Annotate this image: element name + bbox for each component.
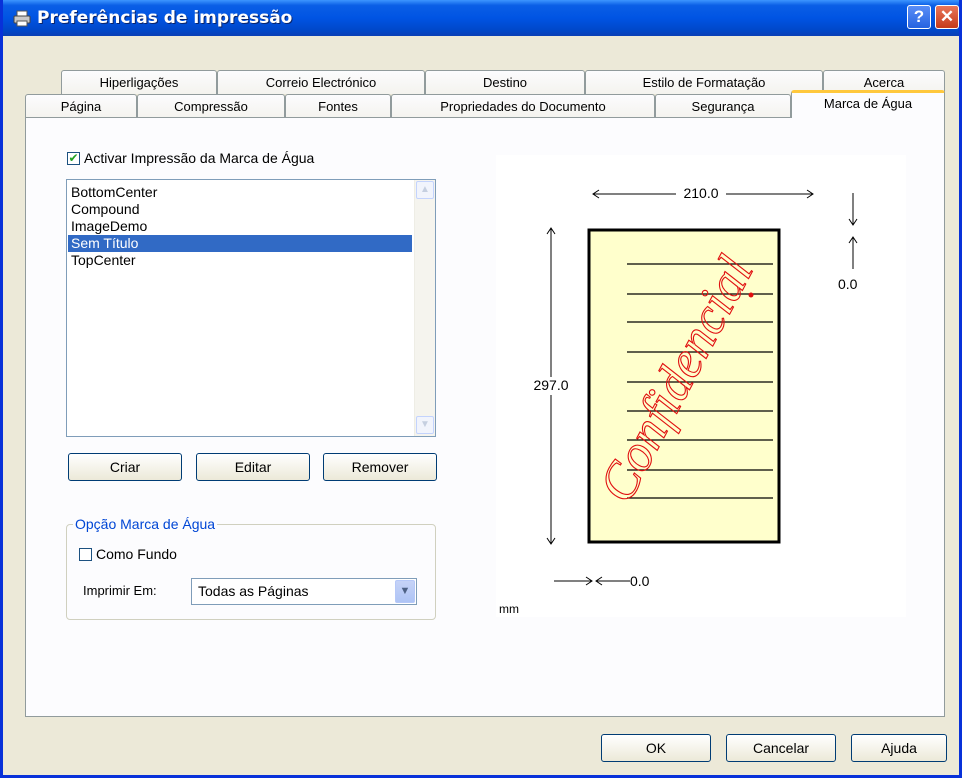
group-label: Opção Marca de Água: [73, 516, 218, 532]
enable-watermark-label: Activar Impressão da Marca de Água: [84, 150, 315, 166]
unit-label: mm: [499, 602, 519, 616]
tab-correio-electronico[interactable]: Correio Electrónico: [217, 70, 425, 94]
help-button[interactable]: Ajuda: [851, 734, 947, 762]
watermark-preview: Confidencial 210.0 297.0 0.0 0.0 mm: [496, 155, 906, 617]
list-item[interactable]: BottomCenter: [71, 184, 157, 201]
remove-button[interactable]: Remover: [323, 453, 437, 481]
scroll-down-icon[interactable]: ▼: [416, 416, 434, 434]
printer-icon: [13, 10, 31, 27]
tab-destino[interactable]: Destino: [425, 70, 585, 94]
watermark-options-group: Opção Marca de Água Como Fundo Imprimir …: [66, 516, 436, 620]
background-label: Como Fundo: [96, 546, 177, 562]
offset-y-arrows: [848, 193, 858, 269]
tab-fontes[interactable]: Fontes: [285, 94, 391, 118]
width-value: 210.0: [683, 185, 718, 201]
cancel-button[interactable]: Cancelar: [726, 734, 836, 762]
tab-estilo-formatacao[interactable]: Estilo de Formatação: [585, 70, 823, 94]
scroll-up-icon[interactable]: ▲: [416, 181, 434, 199]
help-title-button[interactable]: ?: [907, 5, 931, 29]
list-scrollbar[interactable]: ▲ ▼: [414, 180, 435, 436]
tab-pagina[interactable]: Página: [25, 94, 137, 118]
ok-button[interactable]: OK: [601, 734, 711, 762]
tab-hiperligacoes[interactable]: Hiperligações: [61, 70, 217, 94]
chevron-down-icon[interactable]: ▼: [395, 580, 415, 603]
tab-propriedades-documento[interactable]: Propriedades do Documento: [391, 94, 655, 118]
list-item[interactable]: ImageDemo: [71, 218, 147, 235]
offset-x-value: 0.0: [630, 573, 650, 589]
offset-y-value: 0.0: [838, 276, 858, 292]
background-checkbox[interactable]: [79, 547, 92, 561]
enable-watermark-checkbox[interactable]: ✔: [67, 151, 80, 165]
list-item-selected[interactable]: Sem Título: [68, 235, 412, 252]
tab-marca-de-agua[interactable]: Marca de Água: [791, 90, 945, 118]
list-item[interactable]: Compound: [71, 201, 140, 218]
print-on-label: Imprimir Em:: [83, 583, 157, 598]
tab-seguranca[interactable]: Segurança: [655, 94, 791, 118]
enable-watermark-row[interactable]: ✔ Activar Impressão da Marca de Água: [67, 150, 314, 166]
preview-diagram: Confidencial 210.0 297.0 0.0 0.0 mm: [499, 185, 858, 616]
height-value: 297.0: [533, 377, 568, 393]
print-on-select[interactable]: Todas as Páginas ▼: [191, 578, 417, 605]
watermark-list[interactable]: BottomCenter Compound ImageDemo Sem Títu…: [66, 179, 436, 437]
create-button[interactable]: Criar: [68, 453, 182, 481]
watermark-anchor-dot: [748, 292, 754, 298]
list-item[interactable]: TopCenter: [71, 252, 136, 269]
background-option-row[interactable]: Como Fundo: [79, 546, 177, 562]
tab-compressao[interactable]: Compressão: [137, 94, 285, 118]
title-bar[interactable]: Preferências de impressão ? ✕: [3, 0, 959, 36]
close-button[interactable]: ✕: [935, 5, 959, 29]
window-title: Preferências de impressão: [37, 8, 293, 28]
edit-button[interactable]: Editar: [196, 453, 310, 481]
offset-x-arrows: [554, 576, 630, 586]
print-preferences-window: Preferências de impressão ? ✕ Hiperligaç…: [0, 0, 962, 778]
print-on-value: Todas as Páginas: [198, 583, 309, 599]
